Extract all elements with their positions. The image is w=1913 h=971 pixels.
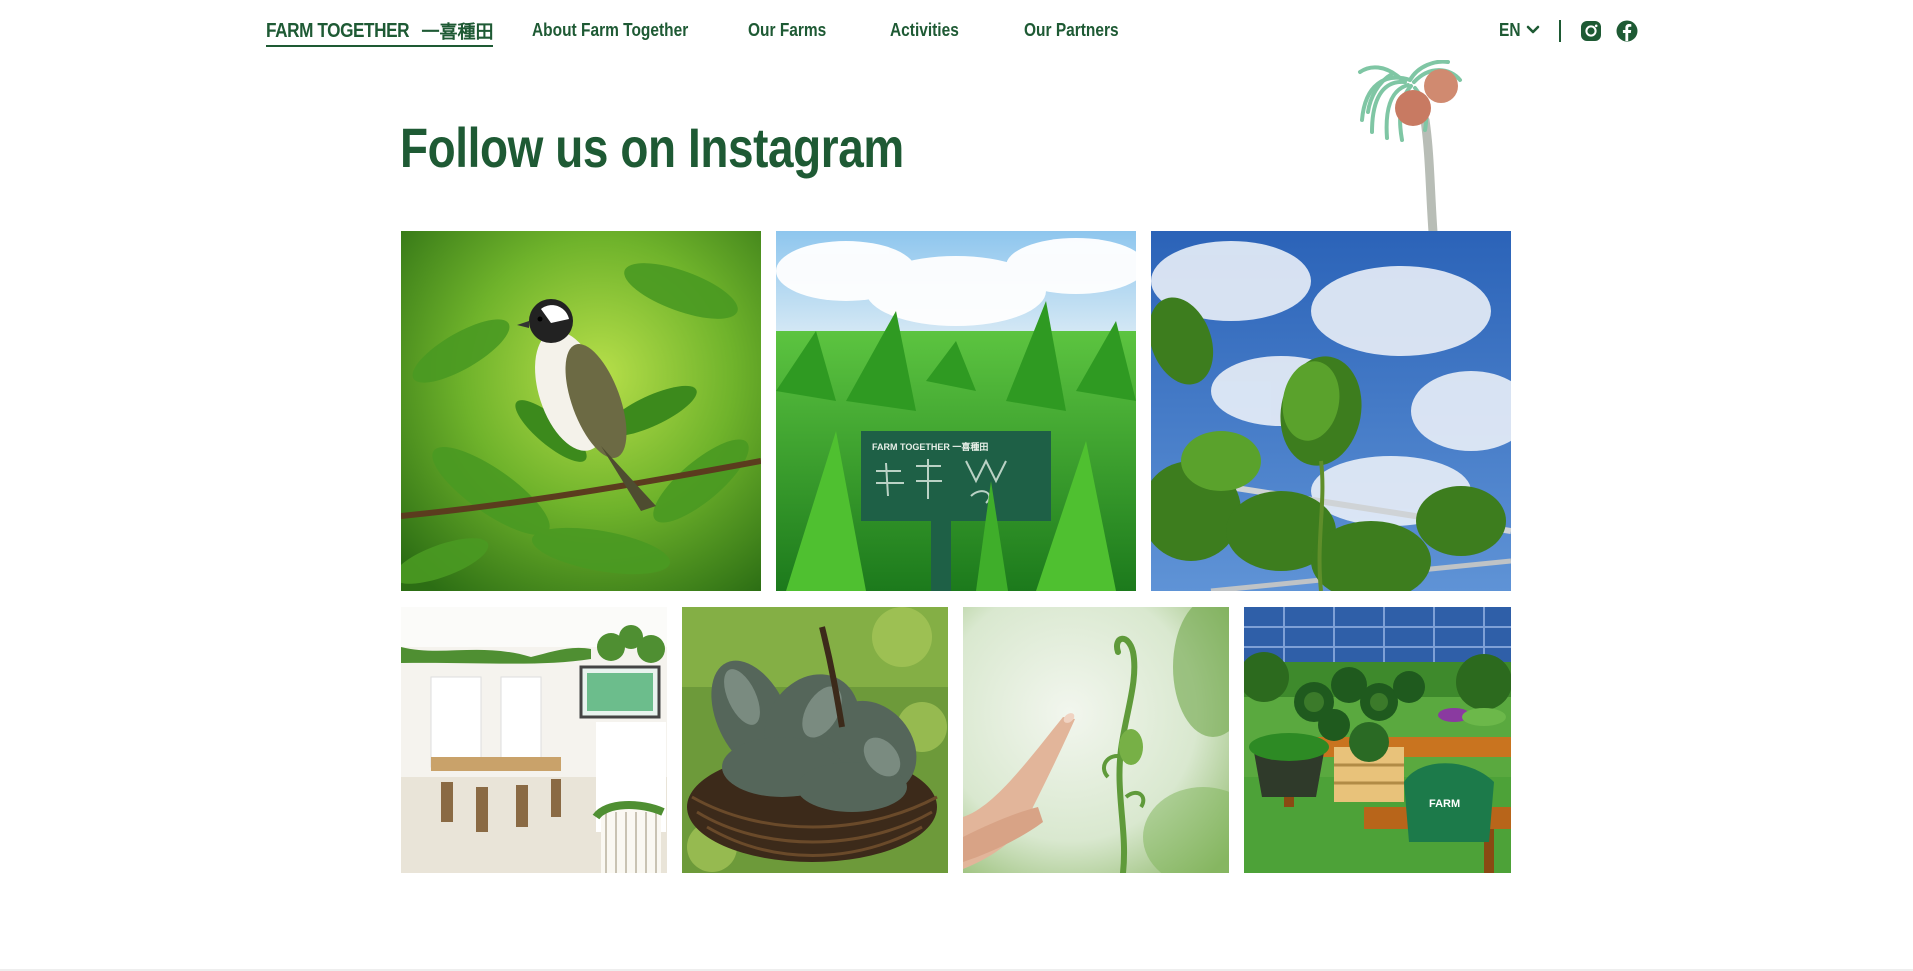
header-divider xyxy=(1559,20,1561,42)
language-label: EN xyxy=(1499,20,1521,40)
decorative-plant-illustration xyxy=(1290,59,1470,237)
nav-activities[interactable]: Activities xyxy=(890,20,959,41)
instagram-post-kale-basket[interactable] xyxy=(682,607,948,873)
instagram-post-water-spinach[interactable]: FARM TOGETHER 一喜種田 xyxy=(776,231,1136,591)
logo-text-zh: 一喜種田 xyxy=(421,22,494,42)
chevron-down-icon xyxy=(1526,22,1540,40)
svg-text:FARM: FARM xyxy=(1429,798,1460,810)
facebook-icon[interactable] xyxy=(1616,20,1638,42)
site-logo[interactable]: FARM TOGETHER 一喜種田 xyxy=(266,18,494,47)
nav-about[interactable]: About Farm Together xyxy=(532,20,688,41)
nav-our-farms[interactable]: Our Farms xyxy=(748,20,826,41)
instagram-post-produce-table[interactable]: FARM xyxy=(1244,607,1511,873)
language-selector[interactable]: EN xyxy=(1499,20,1540,41)
nav-our-partners[interactable]: Our Partners xyxy=(1024,20,1119,41)
instagram-post-bird[interactable] xyxy=(401,231,761,591)
site-header: FARM TOGETHER 一喜種田 About Farm Together O… xyxy=(0,0,1913,64)
instagram-post-rooftop-vines[interactable] xyxy=(1151,231,1511,591)
logo-text-en: FARM TOGETHER xyxy=(266,19,410,42)
instagram-post-finger-tendril[interactable] xyxy=(963,607,1229,873)
instagram-post-indoor-farm[interactable] xyxy=(401,607,667,873)
instagram-icon[interactable] xyxy=(1580,20,1602,42)
sign-printed-text: FARM TOGETHER 一喜種田 xyxy=(872,441,988,452)
section-title: Follow us on Instagram xyxy=(400,116,904,179)
